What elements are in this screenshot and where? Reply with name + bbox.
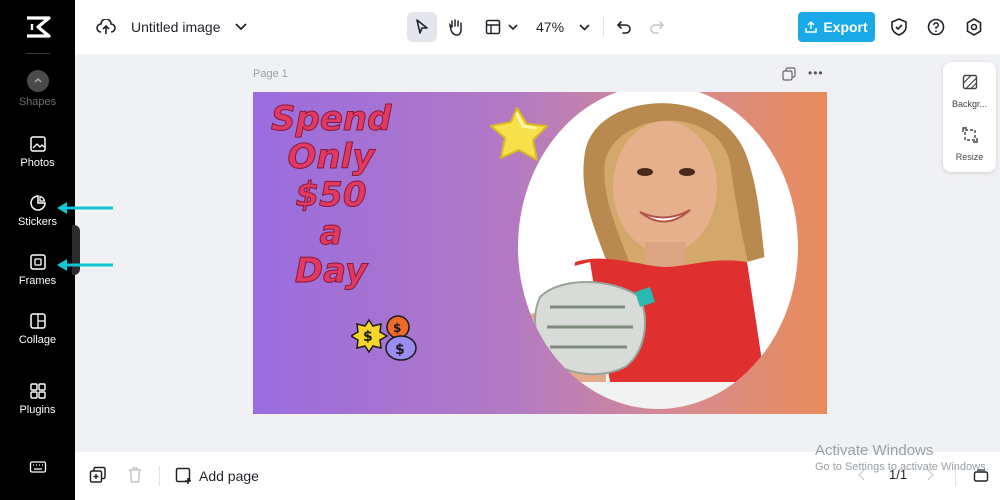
sidebar-item-shapes[interactable]: Shapes bbox=[0, 70, 75, 108]
trash-icon[interactable] bbox=[127, 466, 143, 484]
stickers-icon bbox=[29, 195, 46, 211]
headline-line: $50 bbox=[295, 175, 367, 215]
chevron-down-icon[interactable] bbox=[501, 15, 525, 39]
resize-button[interactable]: Resize bbox=[943, 127, 996, 162]
sidebar-item-label: Photos bbox=[20, 157, 55, 169]
watermark-title: Activate Windows bbox=[815, 442, 934, 459]
document-title[interactable]: Untitled image bbox=[131, 19, 221, 35]
windows-activation-watermark: Activate Windows Go to Settings to activ… bbox=[815, 442, 989, 473]
annotation-arrow bbox=[57, 202, 113, 214]
select-tool-button[interactable] bbox=[407, 12, 437, 42]
resize-label: Resize bbox=[955, 152, 984, 162]
headline-line: Day bbox=[294, 251, 368, 291]
sidebar-item-label: Stickers bbox=[17, 216, 58, 228]
sidebar-divider bbox=[26, 53, 50, 54]
svg-text:$: $ bbox=[393, 321, 401, 335]
background-icon bbox=[962, 74, 977, 90]
headline-line: Only bbox=[287, 137, 375, 177]
toolbar-divider bbox=[603, 17, 604, 37]
svg-text:$: $ bbox=[395, 342, 405, 358]
add-page-icon bbox=[175, 467, 191, 484]
duplicate-icon[interactable] bbox=[89, 466, 107, 484]
top-toolbar: Untitled image 47% Export bbox=[75, 0, 1000, 54]
money-sticker[interactable]: $ $ $ bbox=[351, 314, 421, 366]
hand-icon[interactable] bbox=[444, 15, 468, 39]
resize-icon bbox=[961, 127, 978, 143]
add-page-button[interactable]: Add page bbox=[175, 466, 259, 486]
sidebar-item-label: Plugins bbox=[19, 404, 56, 416]
more-icon[interactable]: ••• bbox=[808, 66, 824, 80]
export-button[interactable]: Export bbox=[798, 12, 875, 42]
background-label: Backgr... bbox=[951, 99, 987, 109]
chevron-down-icon[interactable] bbox=[572, 15, 596, 39]
watermark-subtitle: Go to Settings to activate Windows. bbox=[815, 461, 989, 473]
svg-text:$: $ bbox=[363, 329, 373, 345]
copy-page-icon[interactable] bbox=[782, 67, 796, 81]
collage-icon bbox=[29, 313, 46, 329]
zoom-level[interactable]: 47% bbox=[536, 19, 564, 35]
sidebar-item-label: Collage bbox=[18, 334, 57, 346]
cloud-upload-icon[interactable] bbox=[94, 15, 118, 39]
keyboard-shortcuts-button[interactable] bbox=[0, 458, 75, 480]
bottom-divider bbox=[159, 466, 160, 486]
add-page-label: Add page bbox=[199, 468, 259, 484]
headline-line: a bbox=[319, 213, 343, 253]
redo-icon[interactable] bbox=[645, 15, 669, 39]
frames-icon bbox=[29, 254, 46, 270]
photos-icon bbox=[29, 136, 46, 152]
headline-text[interactable]: Spend Only $50 a Day bbox=[271, 99, 392, 291]
design-canvas[interactable]: Spend Only $50 a Day $ $ $ bbox=[253, 92, 827, 414]
sidebar-item-plugins[interactable]: Plugins bbox=[0, 382, 75, 416]
headline-line: Spend bbox=[271, 99, 392, 139]
export-label: Export bbox=[823, 19, 868, 35]
undo-icon[interactable] bbox=[612, 15, 636, 39]
chevron-down-icon[interactable] bbox=[229, 15, 253, 39]
left-sidebar: Shapes Photos Stickers Frames Collage Pl… bbox=[0, 0, 75, 500]
sidebar-item-label: Frames bbox=[18, 275, 57, 287]
settings-icon[interactable] bbox=[962, 15, 986, 39]
keyboard-icon bbox=[29, 461, 46, 473]
shapes-icon bbox=[26, 70, 49, 92]
capcut-logo-icon[interactable] bbox=[24, 14, 52, 40]
right-side-panel: Backgr... Resize bbox=[943, 62, 996, 172]
plugins-icon bbox=[29, 383, 46, 399]
sidebar-item-collage[interactable]: Collage bbox=[0, 312, 75, 346]
export-icon bbox=[805, 21, 818, 33]
sidebar-item-photos[interactable]: Photos bbox=[0, 135, 75, 169]
background-button[interactable]: Backgr... bbox=[943, 74, 996, 109]
shield-icon[interactable] bbox=[887, 15, 911, 39]
pointer-icon bbox=[416, 19, 428, 34]
sidebar-item-label: Shapes bbox=[18, 96, 57, 108]
annotation-arrow bbox=[57, 259, 113, 271]
page-label: Page 1 bbox=[253, 68, 288, 80]
woman-photo[interactable] bbox=[515, 92, 827, 414]
help-icon[interactable] bbox=[924, 15, 948, 39]
